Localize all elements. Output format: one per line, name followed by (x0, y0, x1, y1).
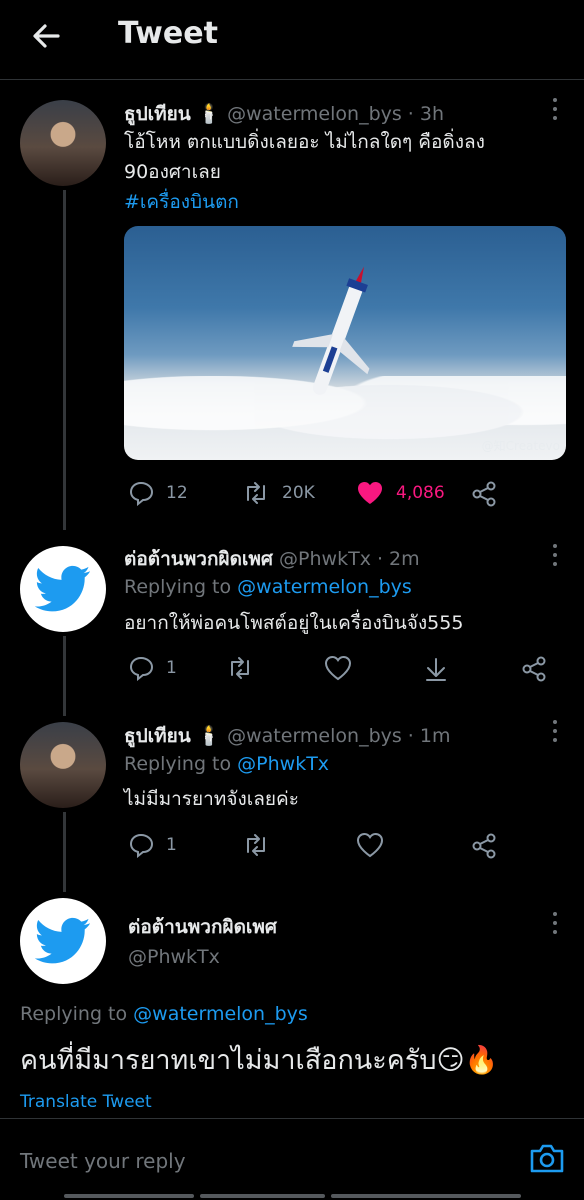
display-name[interactable]: ธูปเทียน 🕯️ (124, 725, 221, 747)
avatar[interactable] (20, 898, 106, 984)
avatar[interactable] (20, 722, 106, 808)
reply-composer: Tweet your reply (0, 1118, 584, 1200)
reply-icon (129, 656, 154, 681)
twitter-bird-icon (35, 565, 91, 612)
share-button[interactable] (470, 480, 510, 508)
main-tweet-text: คนที่มีมารยาทเขาไม่มาเสือกนะครับ😏🔥 (20, 1045, 499, 1076)
more-vertical-icon[interactable] (551, 720, 559, 746)
share-button[interactable] (520, 655, 560, 683)
retweet-button[interactable]: 20K (242, 480, 315, 506)
retweet-button[interactable] (242, 832, 282, 858)
tweet-media-image[interactable]: @知Createvo (124, 226, 566, 460)
thread-connector (63, 190, 66, 530)
share-icon (472, 481, 496, 507)
retweet-icon (247, 482, 265, 504)
handle-time[interactable]: @PhwkTx · 2m (279, 548, 420, 570)
more-vertical-icon[interactable] (551, 544, 559, 570)
heart-icon (324, 655, 352, 681)
share-icon (522, 656, 546, 682)
page-title: Tweet (118, 16, 218, 51)
replying-to: Replying to @watermelon_bys (124, 576, 412, 598)
handle[interactable]: @PhwkTx (128, 946, 220, 968)
like-button[interactable]: 4,086 (356, 480, 445, 506)
top-app-bar: Tweet (0, 0, 584, 80)
thread-connector (63, 812, 66, 892)
thread-connector (63, 636, 66, 716)
reply-icon (129, 833, 154, 858)
mention-link[interactable]: @watermelon_bys (237, 576, 412, 598)
display-name[interactable]: ต่อต้านพวกผิดเพศ (124, 548, 273, 570)
reply-icon (129, 481, 154, 506)
twitter-bird-icon (35, 917, 91, 964)
more-vertical-icon[interactable] (551, 912, 559, 938)
heart-icon (356, 832, 384, 858)
display-name[interactable]: ธูปเทียน 🕯️ (124, 103, 221, 125)
retweet-icon (231, 657, 249, 679)
reply-button[interactable]: 12 (128, 480, 188, 506)
replying-to: Replying to @watermelon_bys (20, 1003, 308, 1025)
like-button[interactable] (356, 832, 396, 858)
reply-button[interactable]: 1 (128, 655, 177, 681)
avatar[interactable] (20, 100, 106, 186)
display-name[interactable]: ต่อต้านพวกผิดเพศ (128, 912, 277, 942)
replying-to: Replying to @PhwkTx (124, 753, 330, 775)
airplane-image (292, 266, 370, 395)
avatar[interactable] (20, 546, 106, 632)
handle-time[interactable]: @watermelon_bys · 3h (227, 103, 444, 125)
heart-icon (358, 482, 382, 504)
share-button[interactable] (470, 832, 510, 860)
translate-tweet-link[interactable]: Translate Tweet (20, 1092, 152, 1112)
nav-hint (331, 1194, 521, 1198)
download-button[interactable] (422, 655, 462, 683)
camera-icon[interactable] (528, 1141, 566, 1181)
like-button[interactable] (324, 655, 364, 681)
reply-input[interactable]: Tweet your reply (20, 1149, 186, 1173)
tweet-header: ต่อต้านพวกผิดเพศ @PhwkTx · 2m (124, 544, 420, 574)
mention-link[interactable]: @watermelon_bys (133, 1003, 308, 1025)
nav-hint (200, 1194, 325, 1198)
hashtag-link[interactable]: #เครื่องบินตก (124, 187, 485, 217)
back-arrow-icon[interactable] (28, 18, 64, 54)
share-icon (472, 833, 496, 859)
download-icon (426, 658, 446, 681)
tweet-text: โอ้โหห ตกแบบดิ่งเลยอะ ไม่ไกลใดๆ คือดิ่งล… (124, 127, 485, 217)
tweet-text: อยากให้พ่อคนโพสต์อยู่ในเครื่องบินจัง555 (124, 612, 464, 634)
nav-hint (64, 1194, 194, 1198)
retweet-icon (247, 834, 265, 856)
tweet-header: ธูปเทียน 🕯️ @watermelon_bys · 3h (124, 99, 444, 129)
media-watermark: @知Createvo (481, 439, 560, 453)
tweet-header: ธูปเทียน 🕯️ @watermelon_bys · 1m (124, 721, 451, 751)
tweet-text: ไม่มีมารยาทจังเลยค่ะ (124, 788, 299, 810)
reply-button[interactable]: 1 (128, 832, 177, 858)
retweet-button[interactable] (226, 655, 266, 681)
mention-link[interactable]: @PhwkTx (237, 753, 329, 775)
more-vertical-icon[interactable] (551, 98, 559, 124)
handle-time[interactable]: @watermelon_bys · 1m (227, 725, 450, 747)
